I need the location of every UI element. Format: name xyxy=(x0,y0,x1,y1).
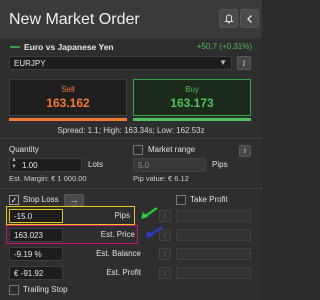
stop-loss-balance-label: Est. Balance xyxy=(96,249,141,258)
arrow-right-icon: → xyxy=(69,195,79,205)
buy-price: 163.173 xyxy=(170,96,214,110)
take-profit-label: Take Profit xyxy=(190,195,228,204)
tp-profit-input[interactable] xyxy=(176,267,251,279)
sell-button[interactable]: Sell 163.162 xyxy=(9,79,127,116)
annotation-green-arrow xyxy=(141,207,158,219)
instrument-change: +50.7 (+0.31%) xyxy=(196,42,252,51)
tp-price-input[interactable] xyxy=(176,229,251,241)
stop-loss-price-label: Est. Price xyxy=(100,230,135,239)
stepper-arrows-icon[interactable]: ▲ ▼ xyxy=(11,157,17,171)
quantity-value: 1.00 xyxy=(22,161,38,170)
market-range-input[interactable]: 5.0 xyxy=(133,158,206,172)
panel-title: New Market Order xyxy=(9,11,140,28)
quantity-stepper[interactable]: 1.00 xyxy=(9,158,82,172)
symbol-value: EURJPY xyxy=(14,59,46,68)
trailing-stop-checkbox[interactable] xyxy=(9,285,19,295)
spread-info: Spread: 1.1; High: 163.34s; Low: 162.53z xyxy=(57,126,205,135)
buy-indicator-bar xyxy=(133,118,251,121)
bell-icon xyxy=(223,13,234,23)
market-range-info-icon[interactable]: i xyxy=(239,145,251,157)
buy-label: Buy xyxy=(185,85,199,94)
instrument-info-icon[interactable]: i xyxy=(237,56,251,70)
quantity-unit: Lots xyxy=(88,160,104,169)
take-profit-checkbox[interactable] xyxy=(176,195,186,205)
instrument-row: Euro vs Japanese Yen +50.7 (+0.31%) xyxy=(0,40,262,54)
chevron-left-icon xyxy=(246,14,252,23)
stop-loss-balance-value: -9.19 % xyxy=(14,250,42,259)
trend-dash-icon xyxy=(10,46,20,48)
stop-loss-profit-label: Est. Profit xyxy=(106,268,141,277)
buy-button[interactable]: Buy 163.173 xyxy=(133,79,251,116)
tp-balance-info-icon: i xyxy=(159,248,171,260)
market-range-value: 5.0 xyxy=(138,161,150,170)
panel-header: New Market Order xyxy=(0,0,262,38)
stop-loss-balance-input[interactable]: -9.19 % xyxy=(9,247,63,261)
dropdown-caret-icon: ▼ xyxy=(219,58,227,67)
market-range-unit: Pips xyxy=(212,160,228,169)
tp-pips-input[interactable] xyxy=(176,210,251,222)
divider xyxy=(0,188,262,189)
divider xyxy=(0,138,262,139)
symbol-select[interactable]: EURJPY ▼ xyxy=(9,56,232,70)
back-button[interactable] xyxy=(240,9,259,28)
notification-button[interactable] xyxy=(219,9,238,28)
stop-loss-profit-input[interactable]: € -91.92 xyxy=(9,266,63,280)
tp-balance-input[interactable] xyxy=(176,248,251,260)
stop-loss-profit-value: € -91.92 xyxy=(14,269,44,278)
market-range-label: Market range xyxy=(148,145,196,154)
stop-loss-checkbox[interactable]: ✓ xyxy=(9,195,19,205)
stop-loss-label: Stop Loss xyxy=(23,195,59,204)
instrument-name: Euro vs Japanese Yen xyxy=(24,42,114,52)
stop-loss-pips-label: Pips xyxy=(114,211,130,220)
tp-price-info-icon: i xyxy=(159,229,171,241)
tp-profit-info-icon: i xyxy=(159,267,171,279)
pip-value: Pip value: € 6.12 xyxy=(133,174,189,183)
market-range-checkbox[interactable] xyxy=(133,145,143,155)
tp-pips-info-icon: i xyxy=(159,210,171,222)
stop-loss-mode-button[interactable]: → xyxy=(64,194,84,206)
estimated-margin: Est. Margin: € 1 000.00 xyxy=(9,174,87,183)
quantity-label: Quantity xyxy=(9,145,39,154)
market-order-panel: New Market Order Euro vs Japanese Yen +5… xyxy=(0,0,262,300)
sell-indicator-bar xyxy=(9,118,127,121)
sell-label: Sell xyxy=(61,85,75,94)
sell-price: 163.162 xyxy=(46,96,90,110)
trailing-stop-label: Trailing Stop xyxy=(23,285,68,294)
